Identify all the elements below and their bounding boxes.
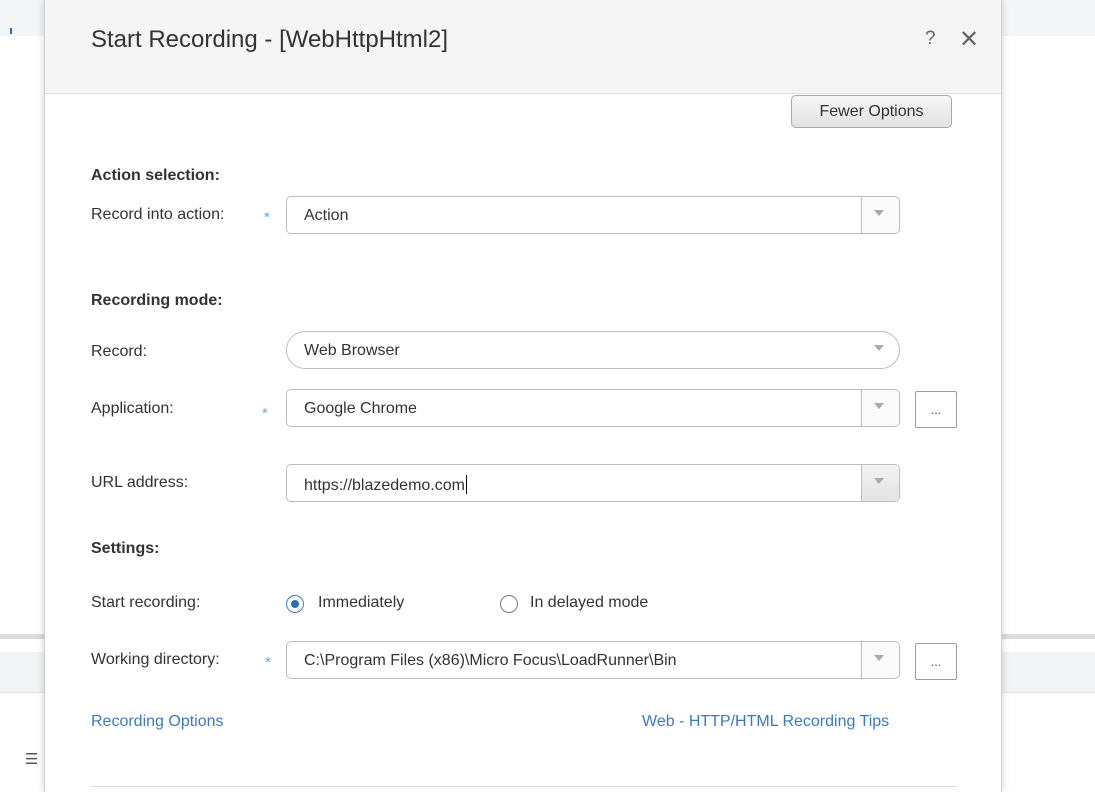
settings-heading: Settings: (91, 540, 160, 557)
url-address-value: https://blazedemo.com (304, 475, 467, 495)
working-directory-browse-button[interactable]: ... (915, 643, 957, 680)
record-mode-dropdown-button[interactable] (862, 332, 899, 368)
application-value: Google Chrome (304, 400, 417, 417)
help-icon[interactable]: ? (925, 28, 936, 50)
chevron-down-icon (874, 345, 884, 351)
record-into-action-value: Action (304, 207, 349, 224)
start-recording-label: Start recording: (91, 594, 201, 611)
chevron-down-icon (874, 210, 884, 216)
record-label: Record: (91, 343, 148, 360)
record-mode-value: Web Browser (304, 342, 400, 359)
required-indicator: * (262, 405, 268, 422)
text-cursor (465, 475, 467, 494)
close-icon[interactable]: ✕ (959, 25, 979, 54)
working-directory-dropdown-button[interactable] (861, 642, 899, 678)
working-directory-select[interactable]: C:\Program Files (x86)\Micro Focus\LoadR… (286, 641, 900, 679)
chevron-down-icon (874, 478, 884, 484)
action-selection-heading: Action selection: (91, 167, 220, 184)
delayed-mode-radio-label[interactable]: In delayed mode (530, 594, 648, 612)
background-list-icon[interactable]: ☰ (25, 750, 39, 768)
delayed-mode-radio[interactable] (500, 595, 518, 613)
recording-tips-link[interactable]: Web - HTTP/HTML Recording Tips (642, 713, 889, 731)
application-select[interactable]: Google Chrome (286, 389, 900, 427)
dialog-titlebar: Start Recording - [WebHttpHtml2] ? ✕ (45, 0, 1001, 94)
record-mode-select[interactable]: Web Browser (286, 331, 900, 369)
record-into-action-dropdown-button[interactable] (861, 197, 899, 233)
immediately-radio-label[interactable]: Immediately (318, 594, 404, 612)
url-address-dropdown-button[interactable] (861, 465, 899, 501)
url-address-label: URL address: (91, 474, 189, 491)
required-indicator: * (265, 654, 271, 671)
chevron-down-icon (874, 655, 884, 661)
working-directory-label: Working directory: (91, 651, 220, 668)
immediately-radio[interactable] (286, 595, 304, 613)
application-label: Application: (91, 400, 174, 417)
background-marker (10, 28, 12, 34)
chevron-down-icon (874, 403, 884, 409)
application-dropdown-button[interactable] (861, 390, 899, 426)
footer-divider (91, 786, 957, 787)
dialog-title: Start Recording - [WebHttpHtml2] (91, 26, 449, 53)
application-browse-button[interactable]: ... (915, 391, 957, 428)
recording-options-link[interactable]: Recording Options (91, 713, 224, 731)
recording-mode-heading: Recording mode: (91, 292, 223, 309)
url-address-text: https://blazedemo.com (304, 477, 465, 494)
working-directory-value: C:\Program Files (x86)\Micro Focus\LoadR… (304, 652, 677, 669)
record-into-action-label: Record into action: (91, 206, 225, 223)
fewer-options-button[interactable]: Fewer Options (791, 95, 952, 128)
required-indicator: * (264, 209, 270, 226)
url-address-input[interactable]: https://blazedemo.com (286, 464, 900, 502)
record-into-action-select[interactable]: Action (286, 196, 900, 234)
start-recording-dialog: Start Recording - [WebHttpHtml2] ? ✕ Few… (44, 0, 1002, 792)
